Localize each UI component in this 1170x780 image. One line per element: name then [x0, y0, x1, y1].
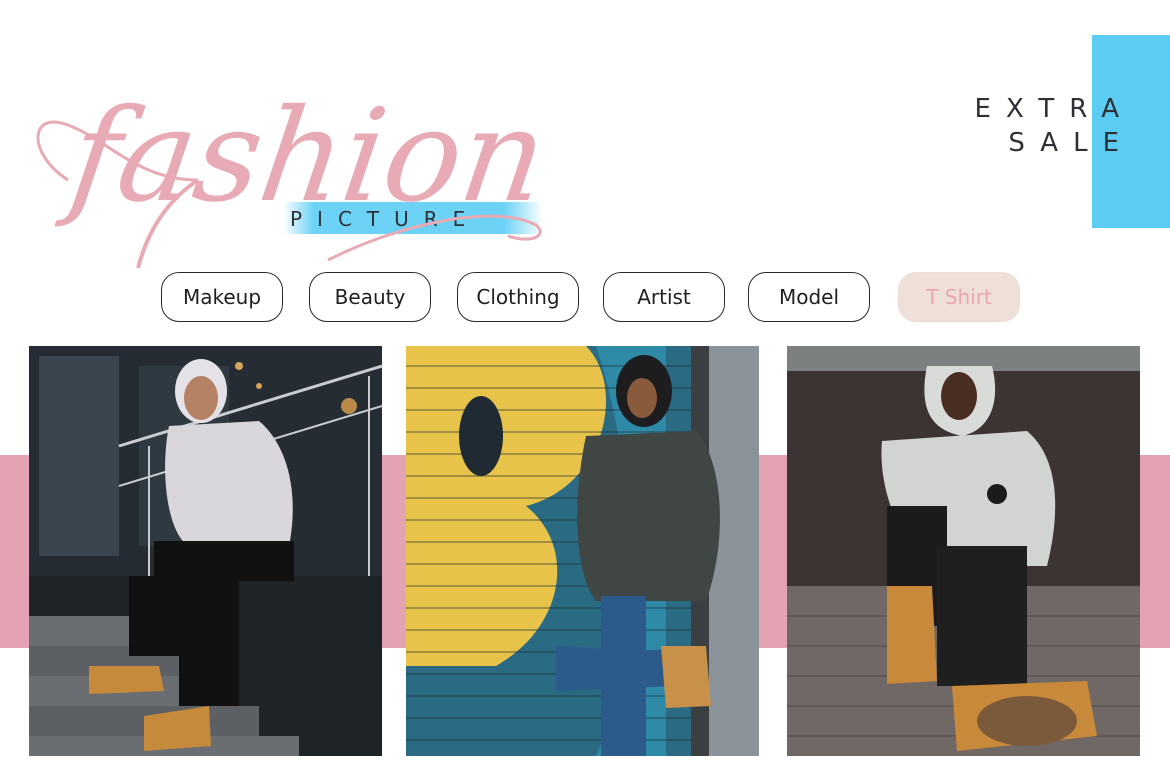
photo-model-at-graffiti-wall[interactable] [406, 346, 759, 756]
category-tshirt-button[interactable]: T Shirt [898, 272, 1020, 322]
sale-line-extra: EXTRA [974, 94, 1134, 124]
fashion-logo: fashion PICTURE [28, 30, 568, 280]
category-artist-button[interactable]: Artist [603, 272, 725, 322]
category-beauty-button[interactable]: Beauty [309, 272, 431, 322]
sale-line-sale: SALE [1008, 128, 1134, 158]
category-model-button[interactable]: Model [748, 272, 870, 322]
category-makeup-button[interactable]: Makeup [161, 272, 283, 322]
photo-model-sitting-on-pavement[interactable] [787, 346, 1140, 756]
photo-model-on-stairs[interactable] [29, 346, 382, 756]
category-clothing-button[interactable]: Clothing [457, 272, 579, 322]
